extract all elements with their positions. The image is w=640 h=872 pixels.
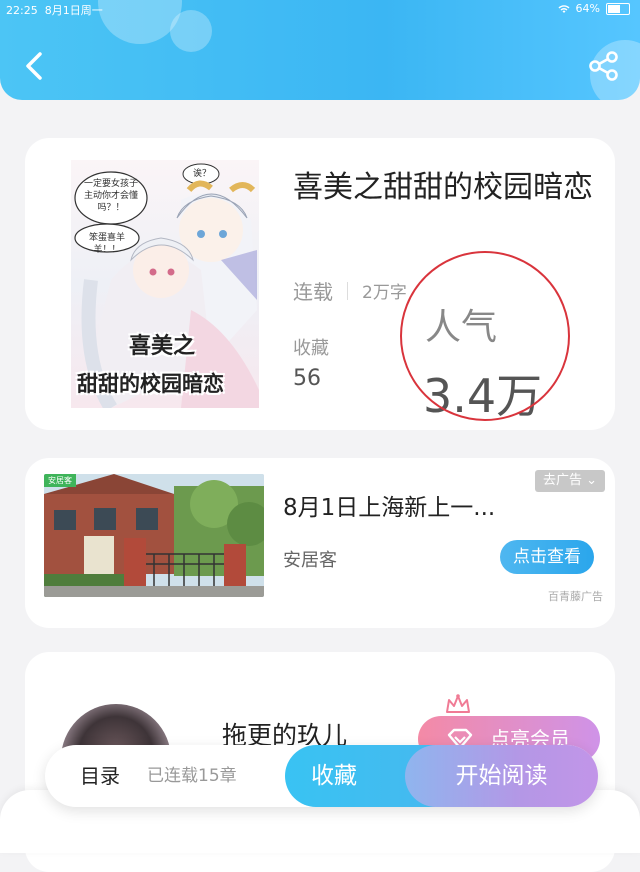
remove-ad-button[interactable]: 去广告 ⌄ — [534, 470, 605, 492]
book-status: 连载 — [293, 280, 333, 304]
battery-icon — [606, 2, 630, 15]
share-icon — [589, 51, 618, 81]
crown-icon — [446, 694, 470, 713]
top-header: 22:25 8月1日周一 64% — [0, 0, 640, 100]
share-button[interactable] — [588, 50, 620, 82]
word-count: 2万字 — [362, 283, 407, 303]
cover-bubble-text: 笨蛋喜羊羊！！ — [88, 233, 125, 255]
ad-card[interactable]: 安居客 去广告 ⌄ 8月1日上海新上一... 安居客 点击查看 百青藤广告 — [25, 458, 615, 628]
status-right: 64% — [558, 2, 630, 15]
status-bar: 22:25 8月1日周一 64% — [0, 0, 640, 18]
status-time: 22:25 8月1日周一 — [6, 4, 103, 17]
battery-percent: 64% — [575, 2, 600, 15]
remove-ad-label: 去广告 — [542, 473, 582, 488]
book-title: 喜美之甜甜的校园暗恋 — [293, 170, 593, 205]
cover-subtitle: 甜甜的校园暗恋 — [77, 372, 224, 396]
ad-view-button[interactable]: 点击查看 — [500, 540, 594, 574]
ad-source: 安居客 — [283, 550, 337, 571]
cover-bubble-text: 一定要女孩子主动你才会懂吗？！ — [83, 179, 138, 213]
ad-image[interactable]: 安居客 — [44, 474, 264, 597]
favorites-label: 收藏 — [293, 338, 329, 359]
cover-title: 喜美之 — [129, 334, 196, 359]
ad-title[interactable]: 8月1日上海新上一... — [283, 488, 495, 522]
ad-brand: 百青藤广告 — [548, 590, 603, 603]
back-button[interactable] — [18, 48, 54, 84]
favorites-value: 56 — [293, 366, 321, 391]
start-reading-button[interactable]: 开始阅读 — [405, 745, 598, 807]
book-cover[interactable]: 一定要女孩子主动你才会懂吗？！ 笨蛋喜羊羊！！ 诶？ 喜美之 甜甜的校园暗恋 — [71, 160, 259, 408]
chapter-count: 已连载15章 — [147, 766, 237, 786]
meta-divider — [347, 281, 348, 300]
book-meta: 连载 2万字 — [293, 276, 407, 305]
toc-button[interactable]: 目录 — [80, 745, 120, 807]
highlight-circle — [400, 251, 570, 421]
bottom-action-bar: 目录 已连载15章 收藏 开始阅读 — [45, 745, 598, 807]
ad-source-badge: 安居客 — [44, 474, 76, 487]
house-photo — [44, 474, 264, 597]
cover-bubble-text: 诶？ — [192, 169, 211, 179]
chevron-down-icon: ⌄ — [586, 473, 597, 488]
chevron-left-icon — [26, 52, 42, 80]
wifi-icon — [558, 4, 570, 13]
book-info-card: 一定要女孩子主动你才会懂吗？！ 笨蛋喜羊羊！！ 诶？ 喜美之 甜甜的校园暗恋 喜… — [25, 138, 615, 430]
